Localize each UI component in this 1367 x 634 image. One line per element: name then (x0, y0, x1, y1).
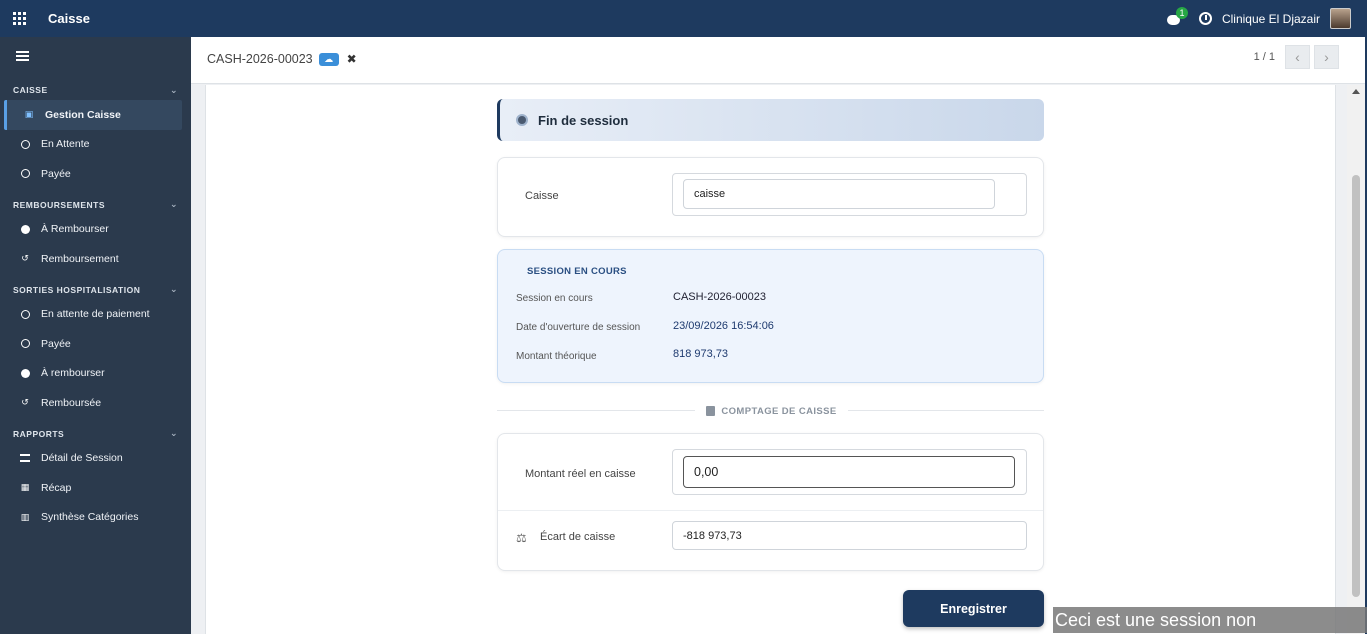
caisse-label: Caisse (525, 190, 559, 202)
discard-icon[interactable]: ✖ (347, 52, 357, 66)
info-icon (20, 368, 30, 378)
fin-session-header: Fin de session (497, 99, 1044, 141)
info-icon (20, 224, 30, 234)
user-avatar[interactable] (1330, 8, 1351, 29)
sidebar-item-en-attente[interactable]: En Attente (0, 130, 191, 160)
check-circle-icon (20, 339, 30, 349)
montant-reel-field-box: 0,00 (672, 449, 1027, 495)
montant-reel-label: Montant réel en caisse (525, 468, 636, 480)
sidebar-section-rapports[interactable]: RAPPORTS ⌄ (0, 424, 191, 444)
date-ouverture-label: Date d'ouverture de session (516, 322, 641, 333)
montant-reel-input[interactable]: 0,00 (683, 456, 1015, 488)
activity-clock-icon[interactable] (1198, 12, 1212, 25)
sidebar-toggle[interactable] (0, 37, 191, 74)
montant-theorique-value: 818 973,73 (673, 348, 729, 360)
app-title[interactable]: Caisse (48, 11, 90, 26)
session-title: SESSION EN COURS (527, 266, 627, 277)
sidebar-section-caisse[interactable]: CAISSE ⌄ (0, 80, 191, 100)
scrollbar[interactable] (1347, 85, 1365, 634)
sidebar-item-gestion-caisse[interactable]: ▣ Gestion Caisse (4, 100, 182, 130)
topbar-systray: 1 Clinique El Djazair (1166, 0, 1351, 37)
sidebar-section-sorties[interactable]: SORTIES HOSPITALISATION ⌄ (0, 280, 191, 300)
balance-scale-icon: ⚖ (516, 531, 527, 545)
chevron-down-icon: ⌄ (169, 84, 178, 95)
sidebar: CAISSE ⌄ ▣ Gestion Caisse En Attente Payé… (0, 37, 191, 634)
sidebar-item-detail-session[interactable]: Détail de Session (0, 444, 191, 474)
company-name[interactable]: Clinique El Djazair (1222, 12, 1320, 26)
sidebar-item-recap[interactable]: ▦ Récap (0, 473, 191, 503)
save-button[interactable]: Enregistrer (903, 590, 1044, 627)
chevron-down-icon: ⌄ (169, 428, 178, 438)
comptage-divider-label: COMPTAGE DE CAISSE (695, 403, 848, 419)
undo-icon: ↺ (21, 253, 29, 264)
breadcrumb: CASH-2026-00023 ☁ ✖ (207, 52, 357, 66)
chevron-down-icon: ⌄ (169, 199, 178, 209)
pager-previous-button[interactable]: ‹ (1285, 45, 1310, 69)
top-navbar: Caisse 1 Clinique El Djazair (0, 0, 1367, 37)
bar-chart-icon: ▥ (20, 511, 30, 522)
scroll-thumb[interactable] (1352, 175, 1360, 597)
sidebar-item-remboursement[interactable]: ↺ Remboursement (0, 244, 191, 274)
clock-icon (20, 139, 30, 149)
hamburger-icon[interactable] (16, 50, 29, 61)
comptage-card: Montant réel en caisse 0,00 ⚖ Écart de c… (497, 433, 1044, 571)
ecart-field: -818 973,73 (672, 521, 1027, 550)
cash-icon: ▣ (24, 109, 34, 120)
sidebar-item-a-rembourser[interactable]: À Rembourser (0, 215, 191, 245)
chat-count-badge: 1 (1175, 6, 1188, 19)
apps-menu-icon[interactable] (13, 12, 26, 25)
session-label: Session en cours (516, 293, 593, 304)
check-circle-icon (20, 169, 30, 179)
sidebar-item-payee[interactable]: Payée (0, 159, 191, 189)
non-commercial-watermark: Ceci est une session non commerciale. (1053, 607, 1367, 633)
record-name: CASH-2026-00023 (207, 52, 313, 66)
scroll-up-arrow-icon[interactable] (1352, 89, 1360, 94)
pager-value[interactable]: 1 / 1 (1254, 51, 1275, 63)
list-icon (20, 453, 30, 463)
pager-next-button[interactable]: › (1314, 45, 1339, 69)
undo-icon: ↺ (21, 397, 29, 408)
session-en-cours-card: SESSION EN COURS Session en cours CASH-2… (497, 249, 1044, 383)
sidebar-item-a-rembourser-hospit[interactable]: À rembourser (0, 359, 191, 389)
cloud-save-icon[interactable]: ☁ (318, 52, 339, 66)
date-ouverture-value: 23/09/2026 16:54:06 (673, 320, 774, 332)
control-panel: CASH-2026-00023 ☁ ✖ 1 / 1 ‹ › (191, 37, 1365, 84)
chevron-down-icon: ⌄ (169, 284, 178, 294)
sidebar-item-synthese-categories[interactable]: ▥ Synthèse Catégories (0, 503, 191, 533)
sidebar-item-payee-hospit[interactable]: Payée (0, 329, 191, 359)
ecart-label: Écart de caisse (540, 531, 616, 543)
status-dot-icon (516, 114, 528, 126)
sidebar-item-remboursee[interactable]: ↺ Remboursée (0, 388, 191, 418)
caisse-field-box: caisse (672, 173, 1027, 216)
pager: 1 / 1 ‹ › (1254, 45, 1339, 69)
chevron-right-icon: › (1324, 49, 1329, 65)
sidebar-item-en-attente-paiement[interactable]: En attente de paiement (0, 300, 191, 330)
table-icon: ▦ (20, 482, 30, 493)
montant-theorique-label: Montant théorique (516, 351, 597, 362)
chat-icon[interactable]: 1 (1166, 6, 1188, 26)
chevron-left-icon: ‹ (1295, 49, 1300, 65)
clock-icon (20, 309, 30, 319)
sidebar-section-remboursements[interactable]: REMBOURSEMENTS ⌄ (0, 195, 191, 215)
caisse-input[interactable]: caisse (683, 179, 995, 209)
calculator-icon (706, 406, 716, 416)
session-value: CASH-2026-00023 (673, 291, 766, 303)
caisse-card: Caisse caisse (497, 157, 1044, 237)
